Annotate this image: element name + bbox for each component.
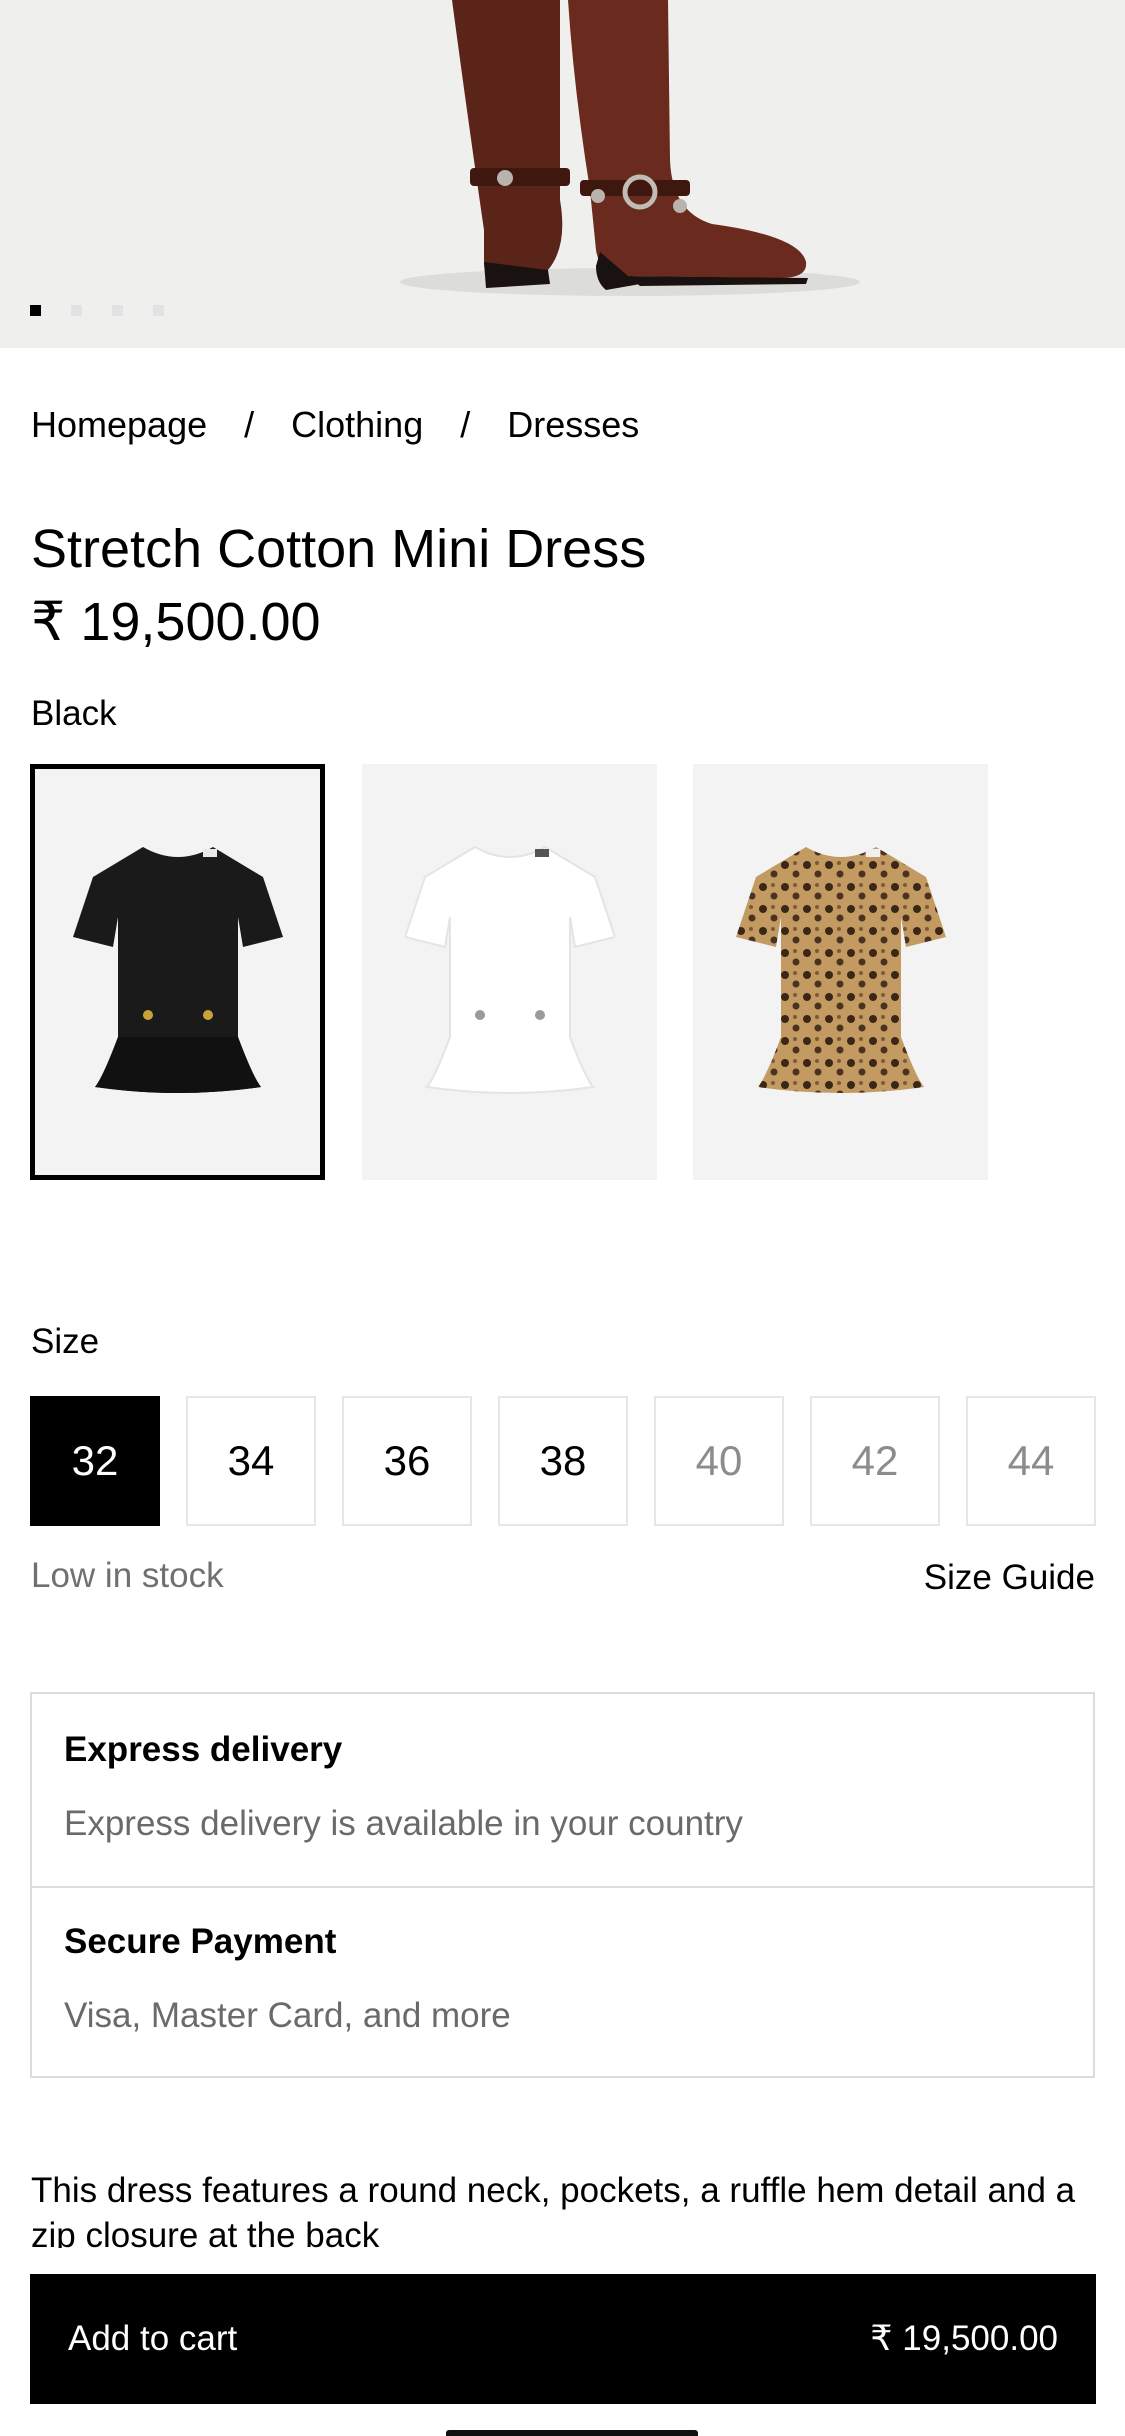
breadcrumb-dresses[interactable]: Dresses [507,404,639,446]
carousel-dot[interactable] [153,305,164,316]
carousel-dots [30,305,164,316]
product-price: ₹ 19,500.00 [31,592,321,652]
white-dress-image [404,845,615,1094]
size-option-36[interactable]: 36 [342,1396,472,1526]
secure-payment-row: Secure Payment Visa, Master Card, and mo… [32,1886,1093,2078]
size-option-32[interactable]: 32 [30,1396,160,1526]
product-hero-image[interactable] [0,0,1125,348]
size-selector: 32 34 36 38 40 42 44 [30,1396,1096,1526]
secure-payment-description: Visa, Master Card, and more [64,1996,511,2035]
product-title: Stretch Cotton Mini Dress [31,519,647,579]
add-to-cart-label: Add to cart [68,2319,238,2358]
breadcrumb-clothing[interactable]: Clothing [291,404,423,446]
boots-image [400,0,860,296]
product-page: Homepage / Clothing / Dresses Stretch Co… [0,0,1125,2436]
white-dress-swatch[interactable] [362,764,657,1180]
size-option-34[interactable]: 34 [186,1396,316,1526]
black-dress-swatch[interactable] [30,764,325,1180]
carousel-dot[interactable] [71,305,82,316]
express-delivery-row: Express delivery Express delivery is ava… [32,1694,1093,1888]
carousel-dot-active[interactable] [30,305,41,316]
size-option-40[interactable]: 40 [654,1396,784,1526]
express-delivery-title: Express delivery [64,1730,343,1769]
home-indicator [446,2430,698,2436]
carousel-dot[interactable] [112,305,123,316]
leopard-dress-swatch[interactable] [693,764,988,1180]
size-guide-link[interactable]: Size Guide [924,1558,1095,1598]
express-delivery-description: Express delivery is available in your co… [64,1804,743,1843]
size-option-38[interactable]: 38 [498,1396,628,1526]
size-label: Size [31,1322,100,1361]
size-option-42[interactable]: 42 [810,1396,940,1526]
product-description: This dress features a round neck, pocket… [31,2171,1076,2248]
breadcrumb-homepage[interactable]: Homepage [31,404,207,446]
breadcrumb: Homepage / Clothing / Dresses [31,404,639,446]
secure-payment-title: Secure Payment [64,1922,337,1961]
breadcrumb-separator: / [460,404,471,445]
service-info-box: Express delivery Express delivery is ava… [30,1692,1095,2078]
breadcrumb-separator: / [244,404,255,445]
stock-status: Low in stock [31,1556,224,1595]
add-to-cart-price: ₹ 19,500.00 [870,2319,1058,2358]
selected-color-label: Black [31,694,117,733]
leopard-dress-image [735,847,946,1093]
size-option-44[interactable]: 44 [966,1396,1096,1526]
black-dress-image [72,847,283,1093]
add-to-cart-button[interactable]: Add to cart ₹ 19,500.00 [30,2274,1096,2404]
